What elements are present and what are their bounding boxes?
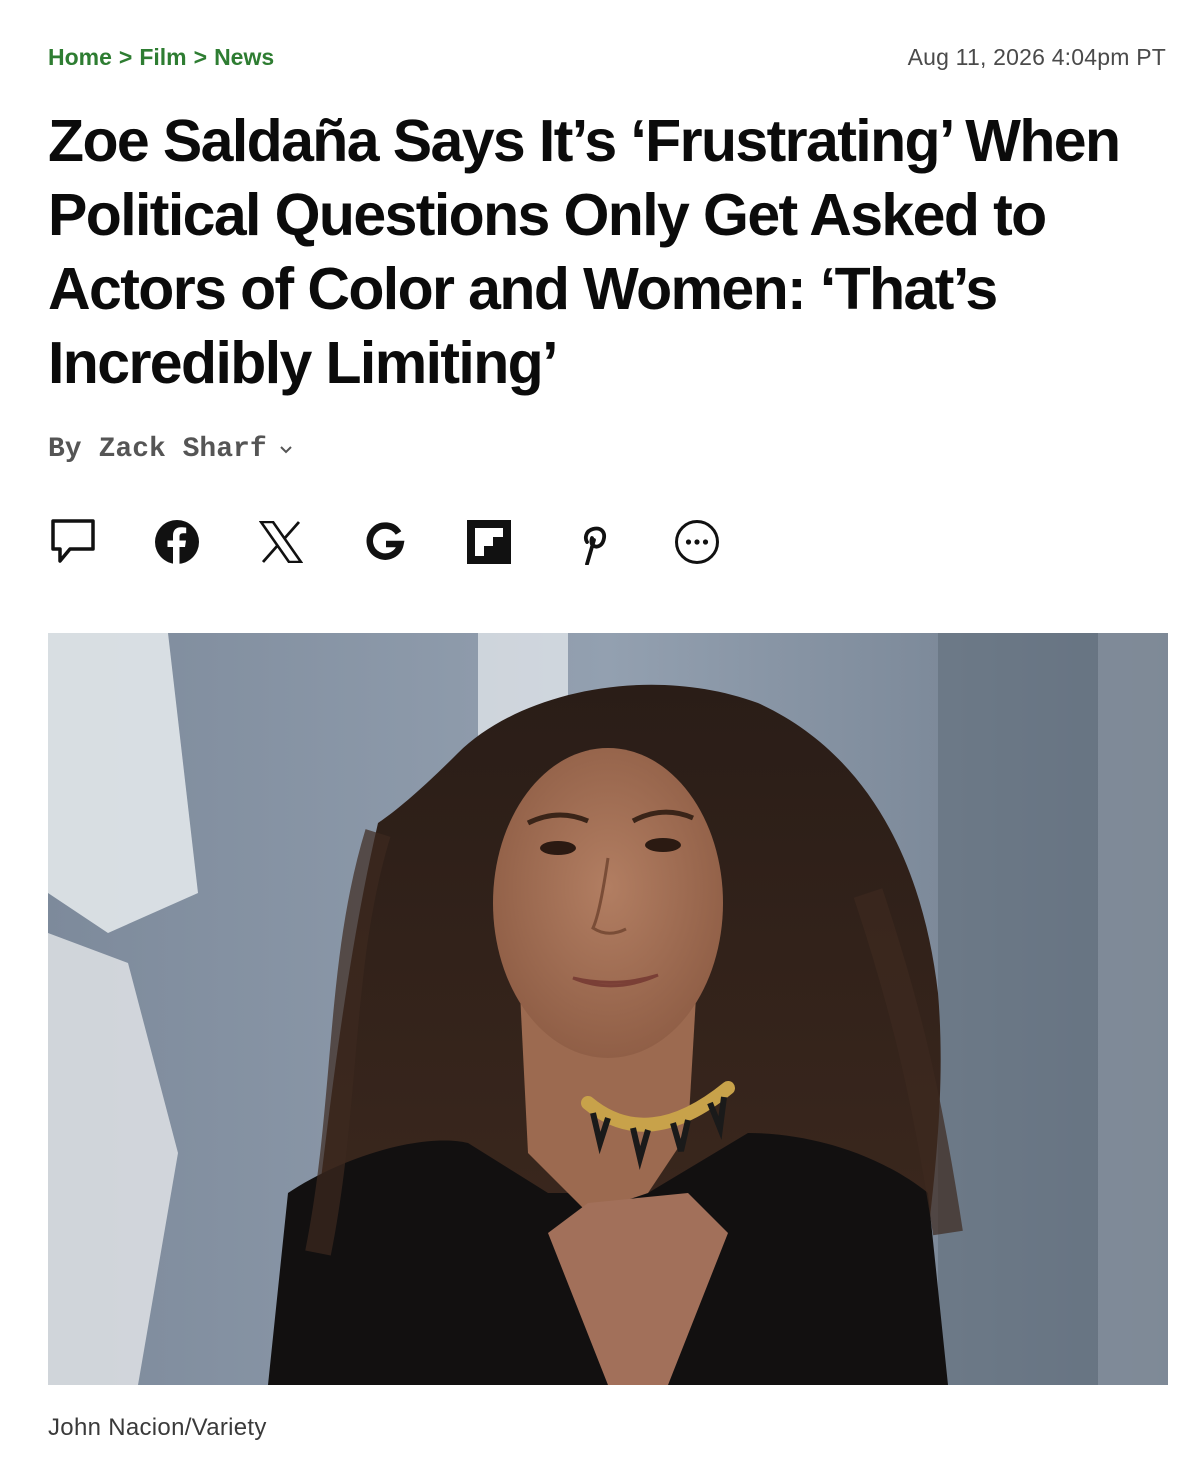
article-header-bar: Home > Film > News Aug 11, 2026 4:04pm P… [48,40,1166,74]
share-toolbar [48,517,776,567]
breadcrumb-news-link[interactable]: News [214,44,274,71]
more-icon[interactable] [672,517,722,567]
photo-credit: John Nacion/Variety [48,1414,267,1441]
pinterest-icon[interactable] [568,517,618,567]
google-icon[interactable] [360,517,410,567]
breadcrumb-separator: > [118,43,133,70]
comment-icon[interactable] [48,517,98,567]
byline-prefix: By [48,434,82,465]
publish-timestamp: Aug 11, 2026 4:04pm PT [907,43,1166,70]
article-headline: Zoe Saldaña Says It’s ‘Frustrating’ When… [48,108,1121,396]
breadcrumb-film-link[interactable]: Film [139,44,186,71]
breadcrumb-separator: > [193,43,208,70]
article-hero-photo [48,633,1168,1385]
flipboard-icon[interactable] [464,517,514,567]
byline: By Zack Sharf [48,434,293,465]
breadcrumb-home-link[interactable]: Home [48,44,112,71]
breadcrumb: Home > Film > News [48,44,274,71]
facebook-icon[interactable] [152,517,202,567]
chevron-down-icon[interactable] [279,445,293,455]
author-name-link[interactable]: Zack Sharf [99,434,267,465]
x-icon[interactable] [256,517,306,567]
